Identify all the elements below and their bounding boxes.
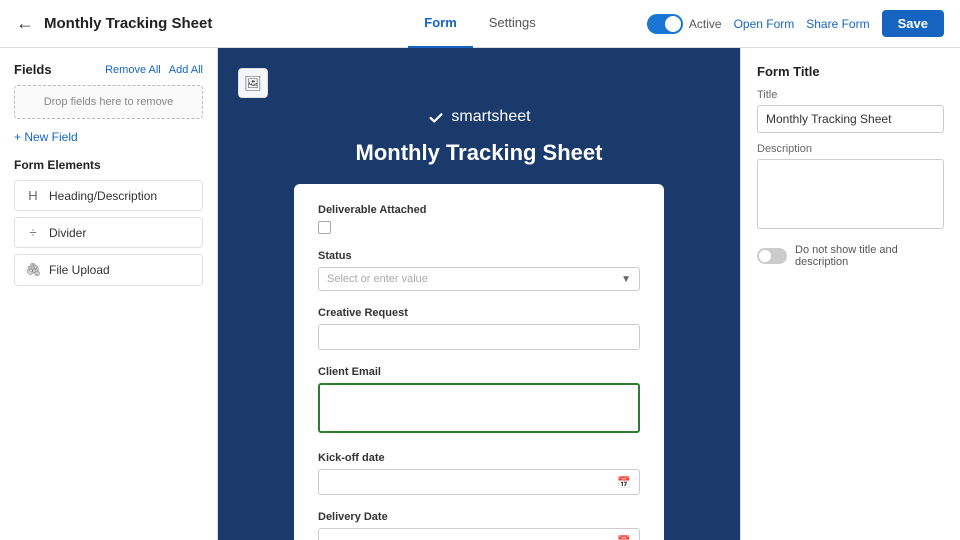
element-divider-label: Divider xyxy=(49,226,86,240)
tab-settings[interactable]: Settings xyxy=(473,0,552,48)
panel-desc-label: Description xyxy=(757,143,944,155)
remove-all-link[interactable]: Remove All xyxy=(105,64,161,76)
tab-form[interactable]: Form xyxy=(408,0,473,48)
form-elements-title: Form Elements xyxy=(14,158,203,172)
toggle-knob xyxy=(665,16,681,32)
image-button[interactable]: 🖼 xyxy=(238,68,268,98)
active-toggle[interactable] xyxy=(647,14,683,34)
logo-text: smartsheet xyxy=(451,108,530,126)
form-preview: 🖼 smartsheet Monthly Tracking Sheet Deli… xyxy=(218,48,740,540)
field-deliverable-label: Deliverable Attached xyxy=(318,204,640,216)
smartsheet-logo-icon xyxy=(427,108,445,126)
fields-title: Fields xyxy=(14,62,52,77)
panel-section-title: Form Title xyxy=(757,64,944,79)
page-title: Monthly Tracking Sheet xyxy=(44,15,212,32)
save-button[interactable]: Save xyxy=(882,10,944,37)
status-placeholder: Select or enter value xyxy=(327,273,428,285)
element-file-label: File Upload xyxy=(49,263,110,277)
status-select[interactable]: Select or enter value ▼ xyxy=(318,267,640,291)
main-layout: Fields Remove All Add All Drop fields he… xyxy=(0,48,960,540)
kickoff-date-input[interactable]: 📅 xyxy=(318,469,640,495)
field-status-label: Status xyxy=(318,250,640,262)
field-delivery-label: Delivery Date xyxy=(318,511,640,523)
deliverable-checkbox-row xyxy=(318,221,640,234)
open-form-link[interactable]: Open Form xyxy=(734,17,795,31)
app-header: ← Monthly Tracking Sheet Form Settings A… xyxy=(0,0,960,48)
element-file-upload[interactable]: 🖇 File Upload xyxy=(14,254,203,286)
right-panel: Form Title Title Description Do not show… xyxy=(740,48,960,540)
divider-icon: ÷ xyxy=(25,225,41,240)
new-field-link[interactable]: + New Field xyxy=(14,130,78,144)
kickoff-calendar-icon: 📅 xyxy=(617,476,631,489)
header-left: ← Monthly Tracking Sheet xyxy=(16,13,325,34)
show-title-toggle-row: Do not show title and description xyxy=(757,244,944,268)
header-right: Active Open Form Share Form Save xyxy=(635,10,944,37)
sidebar-actions: Remove All Add All xyxy=(105,64,203,76)
show-title-toggle-label: Do not show title and description xyxy=(795,244,944,268)
active-toggle-wrap: Active xyxy=(647,14,722,34)
delivery-date-input[interactable]: 📅 xyxy=(318,528,640,540)
field-creative-request: Creative Request xyxy=(318,307,640,350)
back-button[interactable]: ← xyxy=(16,13,34,34)
field-deliverable: Deliverable Attached xyxy=(318,204,640,234)
field-kickoff-date: Kick-off date 📅 xyxy=(318,452,640,495)
show-title-toggle[interactable] xyxy=(757,248,787,264)
add-all-link[interactable]: Add All xyxy=(169,64,203,76)
smartsheet-logo: smartsheet xyxy=(427,108,530,126)
field-client-email-label: Client Email xyxy=(318,366,640,378)
active-label: Active xyxy=(689,17,722,31)
drop-zone[interactable]: Drop fields here to remove xyxy=(14,85,203,119)
form-title-display: Monthly Tracking Sheet xyxy=(356,140,603,166)
field-creative-label: Creative Request xyxy=(318,307,640,319)
heading-icon: H xyxy=(25,188,41,203)
delivery-calendar-icon: 📅 xyxy=(617,535,631,540)
element-divider[interactable]: ÷ Divider xyxy=(14,217,203,248)
form-card: Deliverable Attached Status Select or en… xyxy=(294,184,664,540)
panel-title-label: Title xyxy=(757,89,944,101)
sidebar: Fields Remove All Add All Drop fields he… xyxy=(0,48,218,540)
file-upload-icon: 🖇 xyxy=(25,262,41,278)
field-client-email: Client Email xyxy=(318,366,640,436)
field-status: Status Select or enter value ▼ xyxy=(318,250,640,291)
header-tabs: Form Settings xyxy=(325,0,634,48)
panel-title-input[interactable] xyxy=(757,105,944,133)
field-delivery-date: Delivery Date 📅 xyxy=(318,511,640,540)
element-heading-label: Heading/Description xyxy=(49,189,157,203)
share-form-link[interactable]: Share Form xyxy=(806,17,869,31)
select-arrow-icon: ▼ xyxy=(621,274,631,285)
element-heading[interactable]: H Heading/Description xyxy=(14,180,203,211)
fields-header: Fields Remove All Add All xyxy=(14,62,203,77)
creative-request-input[interactable] xyxy=(318,324,640,350)
show-title-toggle-knob xyxy=(759,250,771,262)
client-email-input[interactable] xyxy=(318,383,640,433)
deliverable-checkbox[interactable] xyxy=(318,221,331,234)
panel-description-input[interactable] xyxy=(757,159,944,229)
field-kickoff-label: Kick-off date xyxy=(318,452,640,464)
